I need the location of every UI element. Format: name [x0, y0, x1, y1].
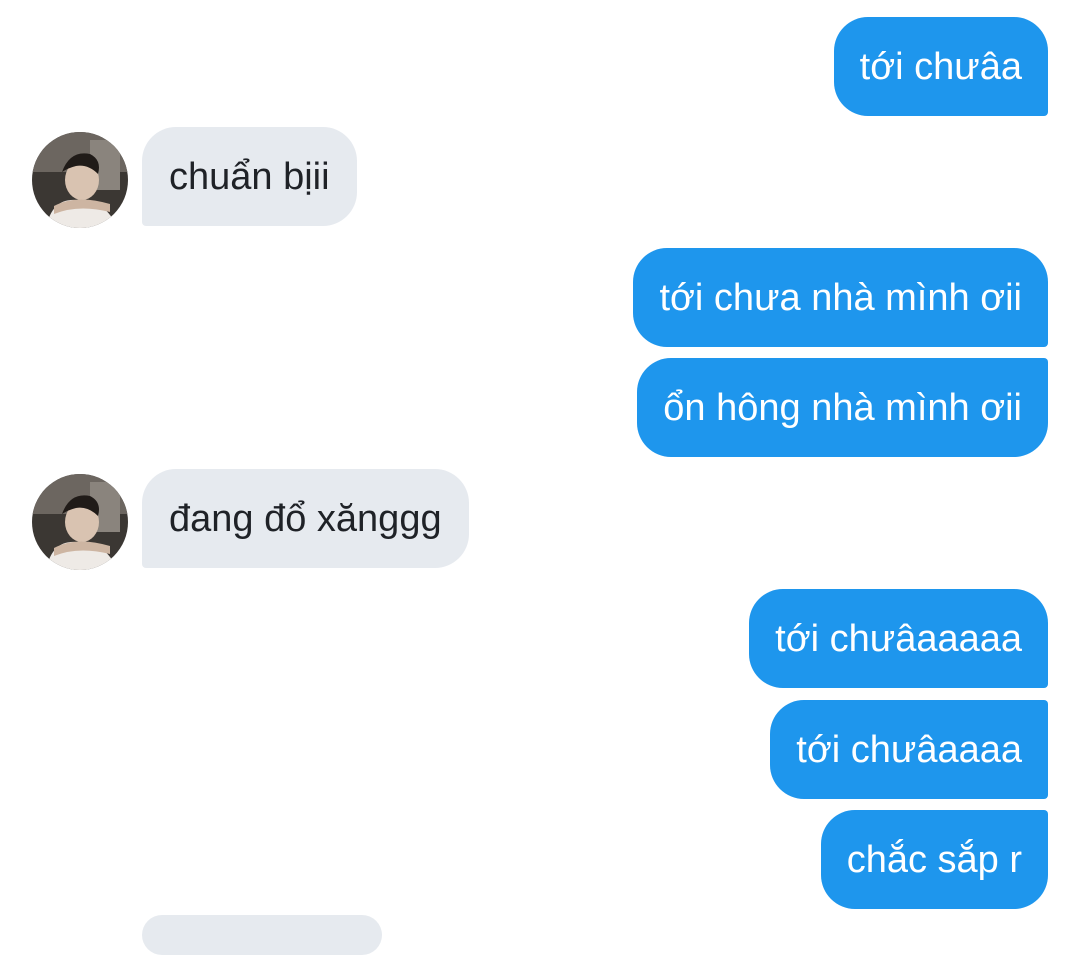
message-bubble-incoming[interactable]: đang đổ xănggg — [142, 469, 469, 568]
avatar-photo — [32, 474, 128, 570]
message-text: tới chưâaaaa — [796, 728, 1022, 771]
contact-avatar[interactable] — [32, 132, 128, 228]
message-text: chuẩn bịii — [169, 155, 330, 198]
message-text: chắc sắp r — [846, 838, 1022, 881]
message-bubble-outgoing[interactable]: tới chưâaaaaa — [749, 589, 1048, 688]
message-text: tới chưâaaaaa — [775, 617, 1022, 660]
message-text: tới chưa nhà mình ơii — [659, 276, 1022, 319]
message-text: tới chưâa — [859, 45, 1022, 88]
message-bubble-outgoing[interactable]: tới chưa nhà mình ơii — [633, 248, 1048, 347]
message-bubble-incoming[interactable]: chuẩn bịii — [142, 127, 357, 226]
message-bubble-outgoing[interactable]: tới chưâaaaa — [770, 700, 1048, 799]
message-bubble-incoming-partial — [142, 915, 382, 955]
message-bubble-outgoing[interactable]: chắc sắp r — [820, 810, 1048, 909]
contact-avatar[interactable] — [32, 474, 128, 570]
avatar-photo — [32, 132, 128, 228]
message-text: ổn hông nhà mình ơii — [663, 386, 1022, 429]
message-bubble-outgoing[interactable]: ổn hông nhà mình ơii — [637, 358, 1048, 457]
message-text: đang đổ xănggg — [169, 497, 442, 540]
message-bubble-outgoing[interactable]: tới chưâa — [833, 17, 1048, 116]
